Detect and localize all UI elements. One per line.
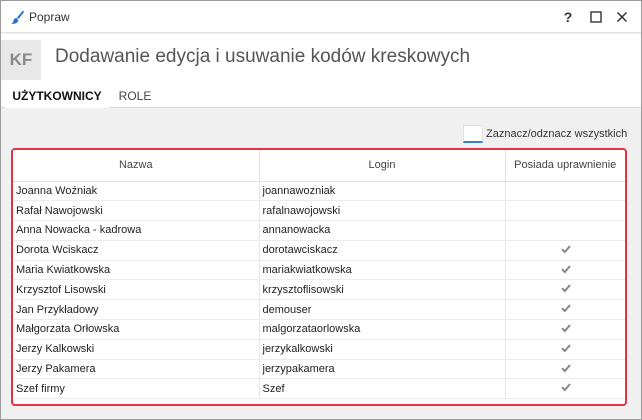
cell-login: malgorzataorlowska: [259, 319, 506, 340]
cell-permission[interactable]: [505, 319, 625, 340]
cell-login: jerzykalkowski: [259, 339, 506, 360]
cell-permission[interactable]: [505, 181, 625, 202]
table-row[interactable]: Maria Kwiatkowska mariakwiatkowska: [13, 260, 625, 281]
cell-name: Jan Przykładowy: [13, 299, 260, 321]
close-button[interactable]: [609, 5, 635, 29]
check-icon: [561, 324, 571, 333]
cell-login: rafalnawojowski: [259, 200, 506, 222]
users-table: Nazwa Login Posiada uprawnienie Joanna W…: [11, 148, 627, 406]
check-icon: [561, 363, 571, 373]
cell-name: Anna Nowacka - kadrowa: [13, 220, 260, 241]
tab-roles[interactable]: ROLE: [115, 84, 155, 108]
cell-permission[interactable]: [505, 378, 625, 400]
cell-permission[interactable]: [505, 220, 625, 241]
help-button[interactable]: ?: [555, 5, 581, 29]
table-row[interactable]: Krzysztof Lisowski krzysztoflisowski: [13, 279, 625, 301]
cell-login: demouser: [259, 299, 506, 321]
cell-permission[interactable]: [505, 279, 625, 301]
brush-icon: [11, 10, 24, 24]
column-header-login[interactable]: Login: [259, 150, 506, 182]
window-title: Popraw: [29, 10, 70, 24]
check-icon: [561, 344, 571, 353]
table-row[interactable]: Joanna Woźniak joannawozniak: [13, 181, 625, 202]
column-header-name[interactable]: Nazwa: [13, 150, 260, 182]
table-row[interactable]: Jerzy Kalkowski jerzykalkowski: [13, 339, 625, 360]
table-row[interactable]: Jerzy Pakamera jerzypakamera: [13, 359, 625, 380]
cell-permission[interactable]: [505, 339, 625, 360]
table-row[interactable]: Rafał Nawojowski rafalnawojowski: [13, 200, 625, 222]
close-icon: [616, 11, 628, 23]
cell-name: Maria Kwiatkowska: [13, 260, 260, 281]
page-header: KF Dodawanie edycja i usuwanie kodów kre…: [1, 34, 641, 84]
check-icon: [561, 264, 571, 274]
cell-name: Jerzy Pakamera: [13, 359, 260, 380]
check-icon: [561, 304, 571, 313]
cell-permission[interactable]: [505, 200, 625, 222]
tab-content: Zaznacz/odznacz wszystkich Nazwa Login P…: [1, 109, 641, 419]
cell-permission[interactable]: [505, 240, 625, 261]
cell-name: Dorota Wciskacz: [13, 240, 260, 261]
select-all-checkbox[interactable]: [463, 125, 483, 143]
cell-permission[interactable]: [505, 299, 625, 321]
tab-bar: UŻYTKOWNICY ROLE: [1, 84, 641, 108]
table-row[interactable]: Dorota Wciskacz dorotawciskacz: [13, 240, 625, 261]
cell-name: Joanna Woźniak: [13, 181, 260, 202]
table-row[interactable]: Anna Nowacka - kadrowa annanowacka: [13, 220, 625, 241]
cell-login: jerzypakamera: [259, 359, 506, 380]
cell-login: Szef: [259, 378, 506, 400]
cell-name: Małgorzata Orłowska: [13, 319, 260, 340]
table-row[interactable]: Szef firmy Szef: [13, 378, 625, 400]
cell-login: dorotawciskacz: [259, 240, 506, 261]
cell-name: Krzysztof Lisowski: [13, 279, 260, 301]
table-header-row: Nazwa Login Posiada uprawnienie: [13, 150, 625, 182]
maximize-button[interactable]: [583, 5, 609, 29]
help-label: ?: [563, 9, 573, 25]
cell-login: mariakwiatkowska: [259, 260, 506, 281]
cell-permission[interactable]: [505, 359, 625, 380]
check-icon: [561, 245, 571, 254]
cell-name: Jerzy Kalkowski: [13, 339, 260, 360]
check-icon: [561, 284, 571, 293]
tab-users[interactable]: UŻYTKOWNICY: [5, 84, 109, 108]
maximize-icon: [590, 11, 602, 23]
module-badge: KF: [1, 40, 41, 80]
cell-name: Szef firmy: [13, 378, 260, 400]
check-icon: [561, 383, 571, 392]
table-row[interactable]: Jan Przykładowy demouser: [13, 299, 625, 321]
cell-login: krzysztoflisowski: [259, 279, 506, 301]
column-header-permission[interactable]: Posiada uprawnienie: [505, 150, 625, 182]
cell-name: Rafał Nawojowski: [13, 200, 260, 222]
cell-permission[interactable]: [505, 260, 625, 281]
title-bar: Popraw ?: [1, 1, 641, 33]
table-row[interactable]: Małgorzata Orłowska malgorzataorlowska: [13, 319, 625, 340]
cell-login: annanowacka: [259, 220, 506, 241]
cell-login: joannawozniak: [259, 181, 506, 202]
dialog-window: Popraw ? KF Dodawanie edycja i usuwanie …: [0, 0, 642, 420]
page-title: Dodawanie edycja i usuwanie kodów kresko…: [55, 46, 471, 67]
select-all-label: Zaznacz/odznacz wszystkich: [486, 128, 628, 140]
